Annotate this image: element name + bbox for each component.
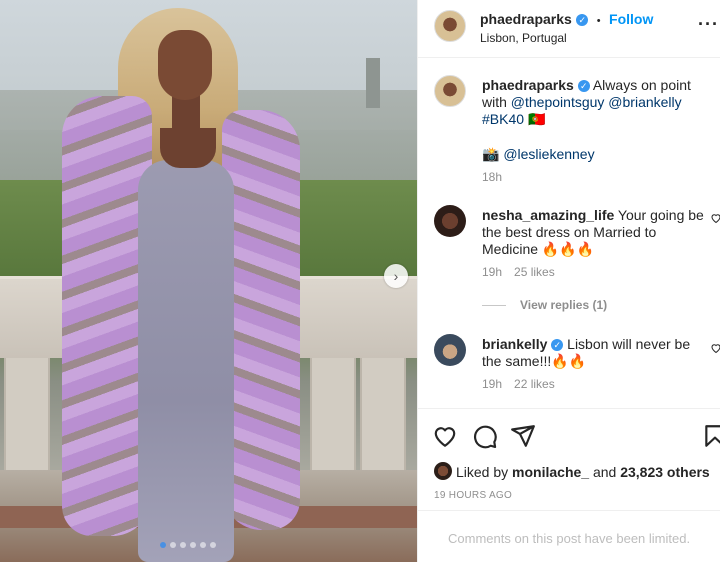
comment-icon[interactable] [472,423,498,449]
more-options-icon[interactable]: ··· [698,14,719,35]
mention-link[interactable]: @lesliekenney [503,146,594,162]
carousel-dots [160,542,216,548]
camera-emoji: 📸 [482,146,500,162]
comments-limited-notice: Comments on this post have been limited. [418,510,720,562]
caption-time[interactable]: 18h [482,170,502,184]
photo-pillar [4,358,50,478]
liked-and: and [592,464,617,480]
comment-like-heart-icon[interactable] [710,342,720,354]
verified-badge-icon: ✓ [576,14,589,26]
comment-like-heart-icon[interactable] [710,212,720,224]
bookmark-icon[interactable] [702,423,720,449]
post-location[interactable]: Lisbon, Portugal [480,31,567,45]
liked-user-link[interactable]: monilache_ [512,464,589,480]
author-username[interactable]: phaedraparks [480,11,572,27]
liked-prefix: Liked by [456,464,509,480]
heart-icon[interactable] [432,423,458,449]
comment-likes[interactable]: 25 likes [514,265,555,279]
comment-meta: 19h 22 likes [482,377,555,391]
caption-credit: 📸 @lesliekenney [482,146,595,163]
carousel-next-button[interactable]: › [384,264,408,288]
caption-text: phaedraparks ✓ Always on point with @the… [482,77,707,128]
replies-line [482,305,506,306]
caption-avatar[interactable] [434,75,466,107]
liked-by-avatar[interactable] [434,462,452,480]
post-side-panel: phaedraparks ✓ • Follow Lisbon, Portugal… [417,0,720,562]
comment-avatar[interactable] [434,334,466,366]
carousel-dot [200,542,206,548]
photo-bodysuit [138,160,234,562]
photo-face [158,30,212,100]
comment-avatar[interactable] [434,205,466,237]
comment-username[interactable]: briankelly [482,336,547,352]
liked-by: Liked by monilache_ and 23,823 others [456,464,710,480]
liked-count-link[interactable]: 23,823 others [620,464,710,480]
carousel-dot-active [160,542,166,548]
follow-button[interactable]: Follow [609,11,653,27]
comment: briankelly ✓ Lisbon will never be the sa… [482,336,707,370]
separator-dot: • [596,15,601,27]
comment: nesha_amazing_life Your going be the bes… [482,207,707,258]
chevron-right-icon: › [393,268,399,284]
caption-username[interactable]: phaedraparks [482,77,574,93]
post-photo[interactable]: › [0,0,417,562]
post-actions: Liked by monilache_ and 23,823 others 19… [418,408,720,508]
view-replies-label: View replies (1) [520,298,608,312]
post-header: phaedraparks ✓ • Follow Lisbon, Portugal… [418,0,720,58]
comment-time[interactable]: 19h [482,377,502,391]
comment-likes[interactable]: 22 likes [514,377,555,391]
verified-badge-icon: ✓ [577,80,590,92]
carousel-dot [170,542,176,548]
author-avatar[interactable] [434,10,466,42]
comment-meta: 19h 25 likes [482,265,555,279]
photo-tower [366,58,380,108]
mention-link[interactable]: @thepointsguy [511,94,605,110]
photo-pillar [360,358,406,478]
flag-emoji: 🇵🇹 [527,111,546,127]
carousel-dot [190,542,196,548]
photo-pillar [310,358,356,478]
photo-chest [160,128,216,168]
view-replies-button[interactable]: View replies (1) [482,298,607,312]
paper-plane-icon[interactable] [510,423,536,449]
comment-time[interactable]: 19h [482,265,502,279]
carousel-dot [210,542,216,548]
photo-neck [172,94,200,134]
verified-badge-icon: ✓ [551,339,564,351]
carousel-dot [180,542,186,548]
post-timestamp[interactable]: 19 HOURS AGO [434,490,512,501]
hashtag-link[interactable]: #BK40 [482,111,524,127]
mention-link[interactable]: @briankelly [608,94,681,110]
comment-username[interactable]: nesha_amazing_life [482,207,614,223]
